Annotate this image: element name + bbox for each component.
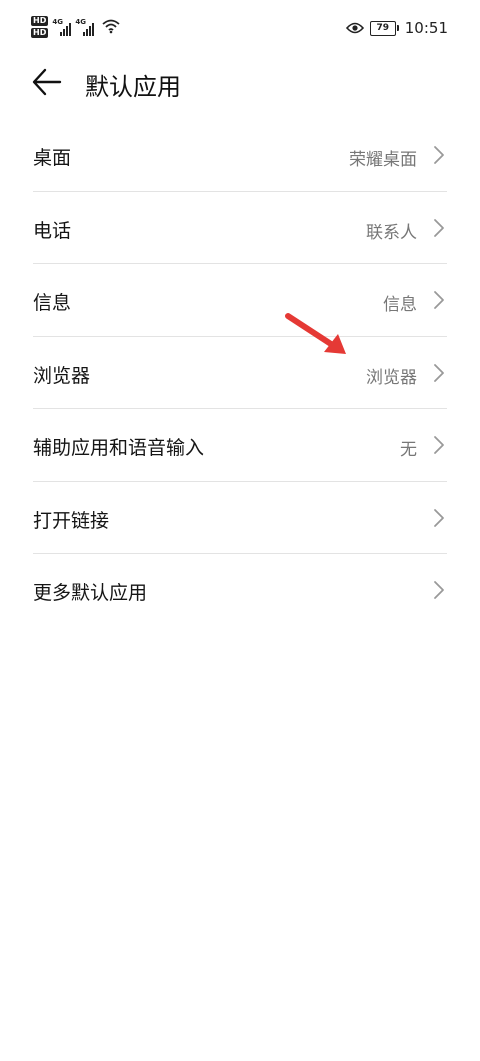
item-value: 无 xyxy=(400,440,417,460)
network-type-label: 4G xyxy=(52,18,63,26)
back-arrow-icon[interactable] xyxy=(32,64,62,100)
list-item-phone[interactable]: 电话 联系人 xyxy=(33,192,447,264)
wifi-icon xyxy=(102,19,120,34)
item-value: 浏览器 xyxy=(366,367,417,388)
status-icons-left: HD HD 4G 4G xyxy=(31,16,120,38)
default-apps-list: 桌面 荣耀桌面 电话 联系人 信息 信息 浏览器 浏览器 辅助应用和语音输入 无… xyxy=(33,119,447,626)
list-item-open-links[interactable]: 打开链接 xyxy=(33,482,447,554)
page-title: 默认应用 xyxy=(85,73,181,101)
item-label: 辅助应用和语音输入 xyxy=(33,437,205,459)
list-item-assist-voice-input[interactable]: 辅助应用和语音输入 无 xyxy=(33,409,447,482)
battery-icon: 79 xyxy=(369,20,399,36)
chevron-right-icon xyxy=(434,218,444,237)
chevron-right-icon xyxy=(434,363,444,382)
hd-badges: HD HD xyxy=(31,16,49,38)
signal-1-icon: 4G xyxy=(52,16,72,36)
item-value: 荣耀桌面 xyxy=(349,150,417,170)
item-label: 打开链接 xyxy=(33,509,110,532)
item-label: 桌面 xyxy=(33,147,72,169)
chevron-right-icon xyxy=(434,291,444,309)
item-label: 电话 xyxy=(33,219,72,242)
chevron-right-icon xyxy=(434,581,444,599)
item-value: 联系人 xyxy=(366,222,417,243)
list-item-more-default-apps[interactable]: 更多默认应用 xyxy=(33,554,447,626)
network-type-label: 4G xyxy=(75,18,86,26)
chevron-right-icon xyxy=(434,146,444,164)
eye-icon xyxy=(345,22,364,34)
item-label: 信息 xyxy=(33,292,72,314)
list-item-desktop[interactable]: 桌面 荣耀桌面 xyxy=(33,119,447,192)
hd-badge: HD xyxy=(31,28,49,38)
item-label: 浏览器 xyxy=(33,364,91,387)
status-bar: HD HD 4G 4G 79 10:51 xyxy=(0,0,480,56)
item-value: 信息 xyxy=(383,295,417,315)
hd-badge: HD xyxy=(31,16,49,26)
app-bar: 默认应用 xyxy=(0,56,480,116)
status-icons-right: 79 10:51 xyxy=(345,19,448,37)
chevron-right-icon xyxy=(434,508,444,527)
signal-2-icon: 4G xyxy=(75,16,95,36)
list-item-messages[interactable]: 信息 信息 xyxy=(33,264,447,337)
annotation-arrow-icon xyxy=(285,313,346,354)
status-time: 10:51 xyxy=(404,19,448,37)
battery-level: 79 xyxy=(369,20,396,36)
chevron-right-icon xyxy=(434,436,444,454)
item-label: 更多默认应用 xyxy=(33,582,148,604)
list-item-browser[interactable]: 浏览器 浏览器 xyxy=(33,337,447,409)
